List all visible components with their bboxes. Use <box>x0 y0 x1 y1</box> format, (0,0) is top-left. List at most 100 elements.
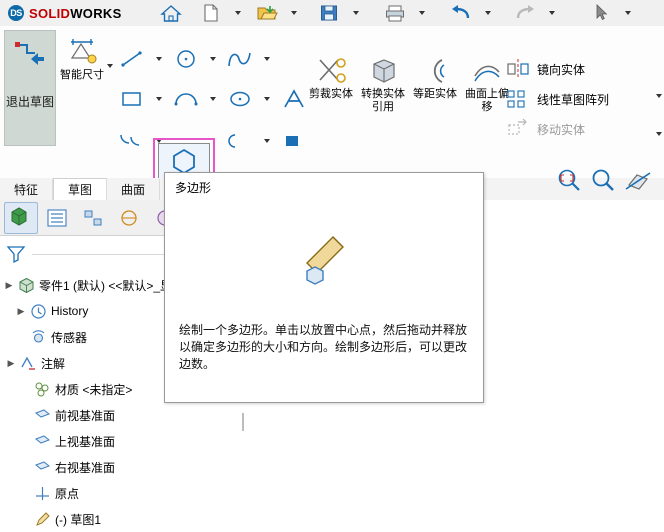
linear-sketch-pattern-button[interactable]: 线性草图阵列 <box>505 84 655 114</box>
redo-button[interactable] <box>512 1 538 25</box>
select-button[interactable] <box>588 1 614 25</box>
mirror-entities-label: 镜向实体 <box>537 61 585 78</box>
brand-logo: DS SOLIDWORKS <box>0 5 122 21</box>
trim-entities-button[interactable]: 剪裁实体 <box>306 56 356 114</box>
magnifier-icon <box>590 167 616 193</box>
home-button[interactable] <box>158 1 184 25</box>
tree-item-right-plane[interactable]: 右视基准面 <box>0 454 242 480</box>
property-list-icon <box>45 207 69 229</box>
rectangle-tool-button[interactable] <box>112 82 152 116</box>
tab-features[interactable]: 特征 <box>0 179 53 200</box>
arc-dropdown[interactable] <box>206 82 218 116</box>
view-toolbar <box>556 168 652 192</box>
tab-sketch[interactable]: 草图 <box>53 178 107 200</box>
tree-item-top-plane[interactable]: 上视基准面 <box>0 428 242 454</box>
open-document-button[interactable] <box>254 1 280 25</box>
undo-button[interactable] <box>448 1 474 25</box>
open-document-dropdown[interactable] <box>280 1 306 25</box>
expand-toggle[interactable]: ▶ <box>4 358 18 369</box>
tooltip-body: 绘制一个多边形。单击以放置中心点，然后拖动并释放以确定多边形的大小和方向。绘制多… <box>165 318 483 381</box>
line-icon <box>119 48 145 70</box>
expand-toggle[interactable]: ▶ <box>2 280 16 291</box>
rectangle-dropdown[interactable] <box>152 82 164 116</box>
pattern-group-dropdown[interactable] <box>645 122 664 146</box>
convert-entities-button[interactable]: 转换实体引用 <box>358 56 408 114</box>
tree-item-label: 前视基准面 <box>52 407 115 424</box>
mirror-group-dropdown[interactable] <box>645 84 664 108</box>
mirror-entities-icon <box>505 57 531 81</box>
circle-tool-button[interactable] <box>166 42 206 76</box>
dimxpert-icon <box>117 207 141 229</box>
plane-icon <box>32 407 52 424</box>
line-tool-button[interactable] <box>112 42 152 76</box>
redo-dropdown[interactable] <box>538 1 564 25</box>
sketch-fillet-tool-button[interactable] <box>112 124 152 158</box>
tree-item-sketch1[interactable]: (-) 草图1 <box>0 506 242 532</box>
sketch-modify-group: 镜向实体 线性草图阵列 移动实体 <box>505 54 655 144</box>
record-button[interactable] <box>660 1 664 25</box>
print-dropdown[interactable] <box>408 1 434 25</box>
smart-dimension-icon <box>65 32 99 66</box>
linear-sketch-pattern-label: 线性草图阵列 <box>537 91 609 108</box>
zoom-to-fit-button[interactable] <box>556 168 582 192</box>
spline-dropdown[interactable] <box>260 42 272 76</box>
plane-icon <box>32 459 52 476</box>
tree-item-label: 传感器 <box>48 329 87 346</box>
slot-tool-button[interactable] <box>220 124 260 158</box>
tab-surfaces[interactable]: 曲面 <box>107 179 160 200</box>
circle-dropdown[interactable] <box>206 42 218 76</box>
dassault-logo-icon: DS <box>8 5 24 21</box>
material-icon <box>32 381 52 398</box>
section-view-button[interactable] <box>624 168 652 192</box>
save-dropdown[interactable] <box>342 1 368 25</box>
tree-item-front-plane[interactable]: 前视基准面 <box>0 402 242 428</box>
undo-dropdown[interactable] <box>474 1 500 25</box>
offset-entities-icon <box>418 56 452 86</box>
polygon-preview-image <box>165 198 483 318</box>
solidworks-wordmark: SOLIDWORKS <box>29 6 122 21</box>
rectangle-icon <box>119 88 145 110</box>
sketch-pattern-tool-button[interactable] <box>274 124 314 158</box>
select-dropdown[interactable] <box>614 1 640 25</box>
line-dropdown[interactable] <box>152 42 164 76</box>
arc-tool-button[interactable] <box>166 82 206 116</box>
new-document-button[interactable] <box>198 1 224 25</box>
spline-tool-button[interactable] <box>220 42 260 76</box>
configuration-manager-tab[interactable] <box>76 202 110 234</box>
print-button[interactable] <box>382 1 408 25</box>
tree-item-label: 上视基准面 <box>52 433 115 450</box>
save-icon <box>319 3 339 23</box>
panel-splitter-handle[interactable] <box>242 413 244 431</box>
slot-dropdown[interactable] <box>260 124 272 158</box>
annotations-icon <box>18 355 38 372</box>
arc-icon <box>172 88 200 110</box>
ellipse-dropdown[interactable] <box>260 82 272 116</box>
trim-entities-label: 剪裁实体 <box>309 88 353 101</box>
ellipse-icon <box>226 88 254 110</box>
dimxpert-manager-tab[interactable] <box>112 202 146 234</box>
polygon-tooltip: 多边形 绘制一个多边形。单击以放置中心点，然后拖动并释放以确定多边形的大小和方向… <box>164 172 484 403</box>
tree-item-label: 注解 <box>38 355 65 372</box>
save-button[interactable] <box>316 1 342 25</box>
offset-entities-button[interactable]: 等距实体 <box>410 56 460 114</box>
new-document-dropdown[interactable] <box>224 1 250 25</box>
exit-sketch-button[interactable]: 退出草图 <box>4 30 56 146</box>
feature-tree-icon <box>8 206 34 230</box>
zoom-to-fit-icon <box>556 167 582 193</box>
exit-sketch-icon <box>13 39 47 69</box>
mirror-entities-button[interactable]: 镜向实体 <box>505 54 655 84</box>
sketch-fillet-icon <box>117 129 147 153</box>
property-manager-tab[interactable] <box>40 202 74 234</box>
tree-item-origin[interactable]: 原点 <box>0 480 242 506</box>
expand-toggle[interactable]: ▶ <box>14 306 28 317</box>
trim-entities-icon <box>314 56 348 86</box>
polygon-preview-icon <box>289 223 359 293</box>
sensor-icon <box>28 329 48 346</box>
ellipse-tool-button[interactable] <box>220 82 260 116</box>
move-entities-icon <box>505 117 531 141</box>
open-document-icon <box>256 3 278 23</box>
filter-icon <box>6 244 26 264</box>
magnifier-button[interactable] <box>590 168 616 192</box>
feature-manager-tab[interactable] <box>4 202 38 234</box>
move-entities-button[interactable]: 移动实体 <box>505 114 655 144</box>
